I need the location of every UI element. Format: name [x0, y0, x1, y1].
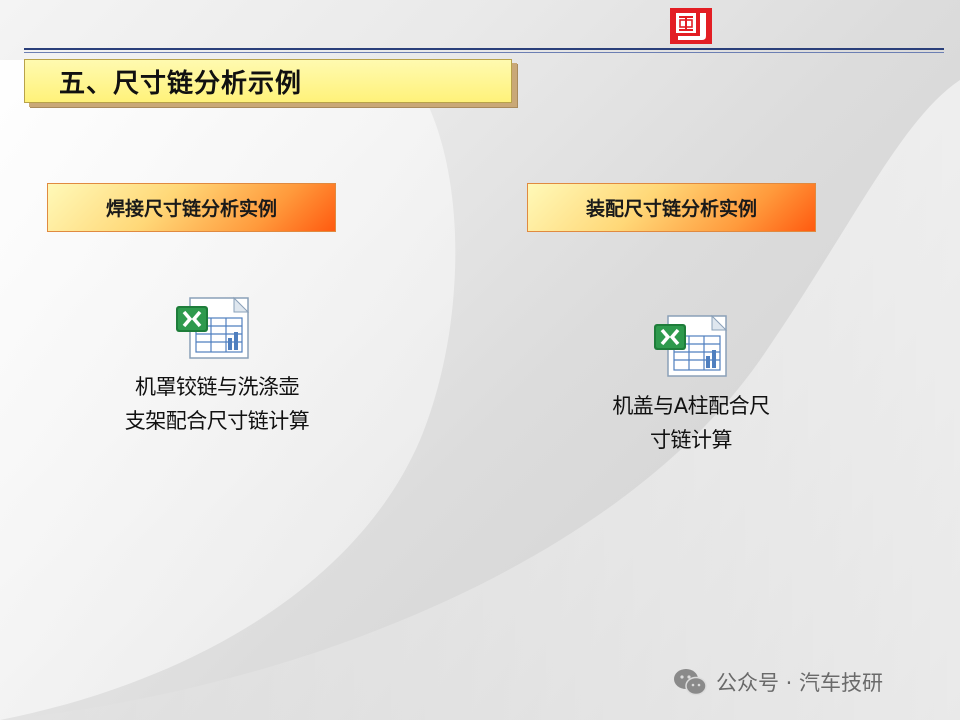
file-caption-line: 支架配合尺寸链计算: [124, 409, 310, 433]
file-caption-line: 机盖与A柱配合尺: [612, 394, 770, 418]
section-header-label: 装配尺寸链分析实例: [585, 198, 757, 220]
wechat-icon: [674, 669, 707, 696]
section-header-assembly: 装配尺寸链分析实例: [527, 183, 816, 232]
background-swoosh: [0, 60, 960, 720]
file-caption-left[interactable]: 机罩铰链与洗涤壶 支架配合尺寸链计算: [92, 370, 342, 438]
header-rule-thin: [24, 52, 944, 53]
excel-file-icon[interactable]: [176, 296, 252, 360]
file-caption-line: 机罩铰链与洗涤壶: [135, 375, 300, 399]
slide-title: 五、尺寸链分析示例: [59, 69, 303, 99]
title-box: 五、尺寸链分析示例: [24, 59, 512, 103]
section-header-welding: 焊接尺寸链分析实例: [47, 183, 336, 232]
section-header-label: 焊接尺寸链分析实例: [105, 198, 277, 220]
watermark-text: 公众号 · 汽车技研: [716, 671, 884, 695]
excel-file-icon[interactable]: [654, 314, 730, 378]
brand-logo-icon: [670, 8, 712, 44]
watermark: 公众号 · 汽车技研: [672, 666, 883, 698]
slide: 五、尺寸链分析示例 焊接尺寸链分析实例 装配尺寸链分析实例 机罩铰链与洗涤壶 支…: [0, 0, 960, 720]
file-caption-line: 寸链计算: [650, 428, 733, 452]
header-rule: [24, 48, 944, 50]
file-caption-right[interactable]: 机盖与A柱配合尺 寸链计算: [566, 389, 816, 457]
